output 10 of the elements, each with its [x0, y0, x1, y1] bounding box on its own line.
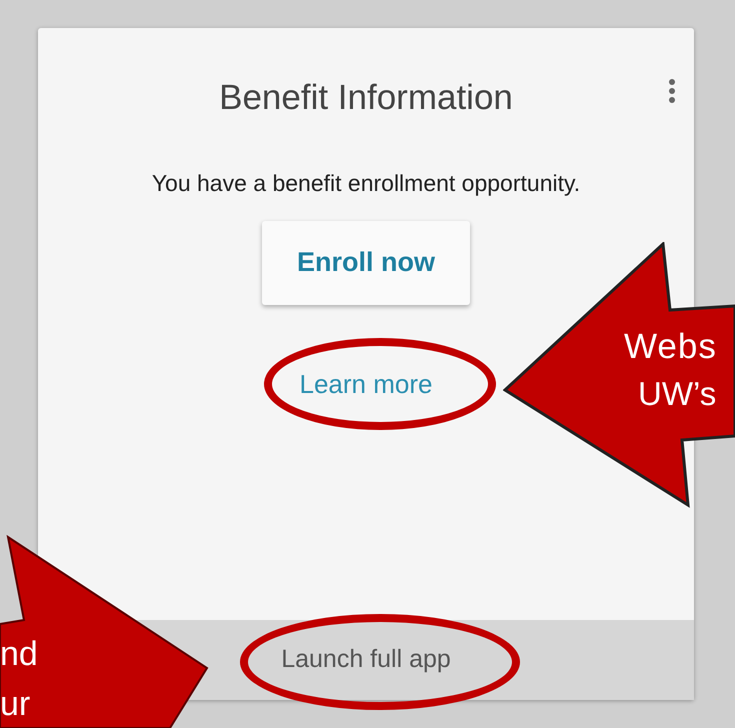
- launch-full-app-link[interactable]: Launch full app: [281, 641, 451, 679]
- annotation-text: UW’s: [638, 374, 716, 414]
- annotation-text: Webs: [624, 326, 717, 368]
- enroll-now-button[interactable]: Enroll now: [262, 220, 470, 304]
- annotation-text: ur: [0, 684, 30, 724]
- learn-more-link[interactable]: Learn more: [300, 364, 432, 404]
- card-title: Benefit Information: [219, 77, 513, 119]
- message-text: You have a benefit enrollment opportunity.: [152, 169, 580, 198]
- annotation-text: nd: [0, 634, 38, 674]
- more-options-icon[interactable]: [668, 78, 676, 104]
